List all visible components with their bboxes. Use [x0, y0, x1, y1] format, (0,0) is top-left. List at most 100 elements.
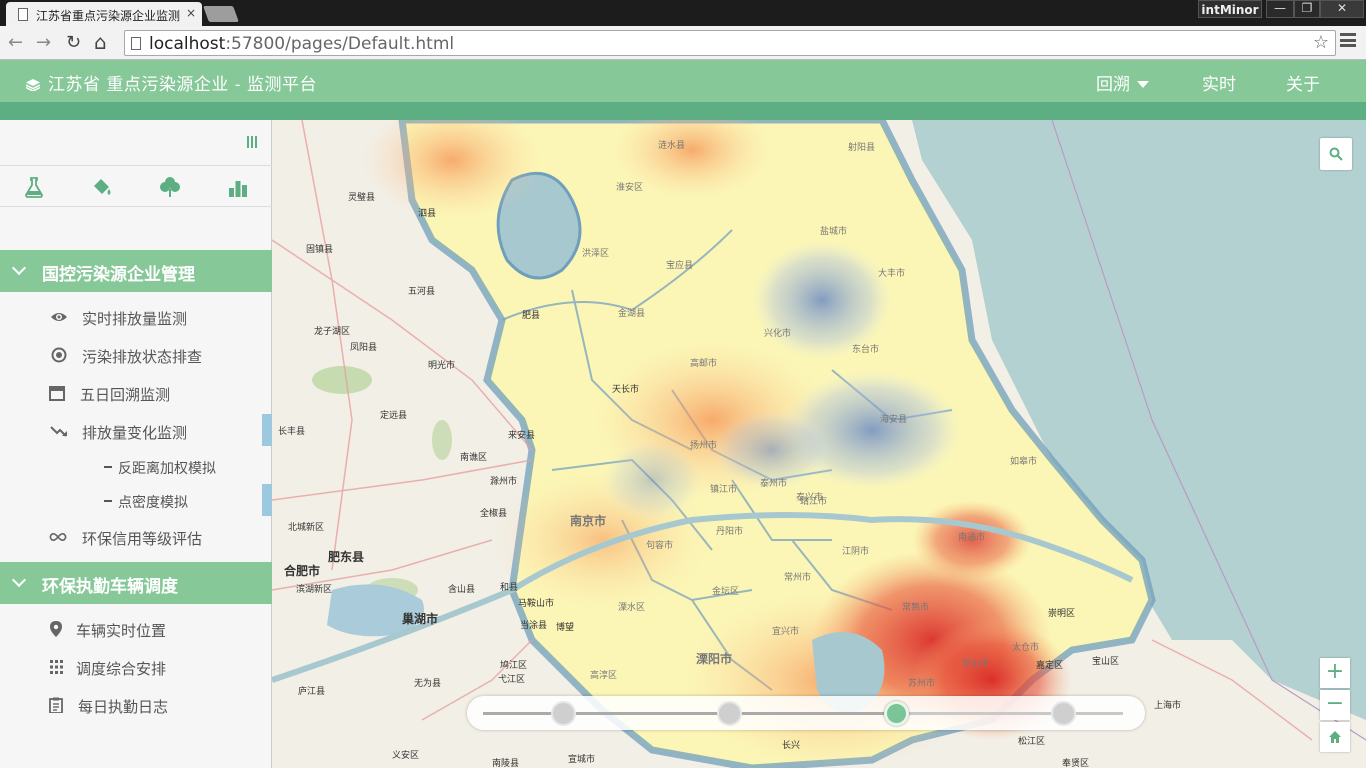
- browser-tab[interactable]: 江苏省重点污染源企业监测 ×: [6, 2, 202, 26]
- flask-icon[interactable]: [23, 176, 45, 198]
- slider-stop[interactable]: [1050, 701, 1076, 726]
- menu-item-label: 调度综合安排: [76, 660, 167, 678]
- nav-about[interactable]: 关于: [1286, 70, 1320, 95]
- dash-icon: [104, 500, 112, 502]
- zoom-out-button[interactable]: −: [1320, 690, 1350, 720]
- menu-item-vehicle-position[interactable]: 车辆实时位置: [0, 614, 272, 644]
- app-header: 江苏省 重点污染源企业 - 监测平台 回溯 实时 关于: [0, 60, 1366, 102]
- map-label: 昆山市: [962, 659, 990, 669]
- submenu-item-point-density[interactable]: 点密度模拟: [0, 488, 272, 514]
- map-label: 南陵县: [492, 759, 520, 768]
- tree-icon[interactable]: [159, 176, 181, 198]
- map-label: 泗县: [418, 209, 437, 219]
- map-label: 长丰县: [278, 427, 306, 437]
- slider-stop[interactable]: [550, 701, 576, 726]
- sidebar: 国控污染源企业管理 实时排放量监测 污染排放状态排查 五日回溯监测 排放量变化监…: [0, 120, 272, 768]
- map-label: 常州市: [784, 573, 812, 583]
- map-label: 当涂县: [520, 621, 548, 631]
- map-label: 太仓市: [1012, 643, 1040, 653]
- menu-item-dispatch-schedule[interactable]: 调度综合安排: [0, 652, 272, 682]
- map-label: 宝应县: [666, 261, 694, 271]
- chevron-down-icon: [11, 260, 27, 276]
- caret-down-icon: [1137, 81, 1149, 88]
- sidebar-collapse-button[interactable]: [247, 136, 259, 148]
- map-label: 奉贤区: [1062, 759, 1090, 768]
- map-label: 宜兴市: [772, 627, 800, 637]
- slider-stop[interactable]: [717, 701, 743, 726]
- reload-icon[interactable]: ↻: [66, 32, 81, 53]
- bookmark-star-icon[interactable]: ☆: [1313, 32, 1329, 53]
- submenu-item-idw[interactable]: 反距离加权模拟: [0, 454, 272, 480]
- map-label: 海安县: [880, 415, 908, 425]
- trend-down-icon: [50, 426, 67, 437]
- app-title: 江苏省 重点污染源企业 - 监测平台: [26, 70, 317, 95]
- map-label: 博望: [556, 623, 575, 633]
- map-label: 定远县: [380, 411, 408, 421]
- layers-icon: [26, 79, 40, 91]
- reset-view-button[interactable]: [1320, 722, 1350, 752]
- map-label: 淮安区: [616, 183, 644, 193]
- map-label: 嘉定区: [1036, 661, 1064, 671]
- map-label: 如皋市: [1010, 457, 1038, 467]
- menu-item-credit-rating[interactable]: 环保信用等级评估: [0, 522, 272, 552]
- menu-item-status-check[interactable]: 污染排放状态排查: [0, 340, 272, 370]
- map-label: 明光市: [428, 361, 456, 371]
- map-label: 肥县: [522, 311, 541, 321]
- map-label: 滁州市: [490, 477, 518, 487]
- grid-dots-icon: [50, 660, 63, 674]
- tab-close-icon[interactable]: ×: [186, 6, 196, 20]
- nav-realtime[interactable]: 实时: [1202, 70, 1236, 95]
- header-strip: [0, 102, 1366, 120]
- time-slider[interactable]: [467, 696, 1145, 730]
- map-label: 鸠江区: [500, 661, 528, 671]
- zoom-in-button[interactable]: +: [1320, 658, 1350, 688]
- bar-chart-icon[interactable]: [227, 176, 249, 198]
- slider-stop[interactable]: [883, 701, 909, 726]
- menu-item-label: 环保信用等级评估: [82, 530, 203, 548]
- map-label: 句容市: [646, 541, 674, 551]
- map-label: 东台市: [852, 345, 880, 355]
- map-label: 天长市: [612, 385, 640, 395]
- map-label: 北城新区: [288, 523, 325, 533]
- map-canvas: [272, 120, 1366, 768]
- back-arrow-icon[interactable]: ←: [8, 32, 23, 53]
- menu-item-emission-change[interactable]: 排放量变化监测: [0, 416, 272, 446]
- map-search-button[interactable]: [1320, 138, 1352, 170]
- menu-item-daily-log[interactable]: 每日执勤日志: [0, 690, 272, 720]
- new-tab-button[interactable]: [203, 6, 239, 22]
- map-label: 上海市: [1154, 701, 1182, 711]
- map-label: 龙子湖区: [314, 327, 351, 337]
- slider-fill: [483, 712, 897, 715]
- section-header-pollution[interactable]: 国控污染源企业管理: [0, 250, 272, 292]
- menu-item-five-day-history[interactable]: 五日回溯监测: [0, 378, 272, 408]
- map-label: 弋江区: [498, 675, 526, 685]
- map-label: 镇江市: [710, 485, 738, 495]
- section-title: 国控污染源企业管理: [42, 265, 195, 285]
- browser-titlebar: 江苏省重点污染源企业监测 × intMinor — ❐ ✕: [0, 0, 1366, 26]
- home-icon[interactable]: ⌂: [94, 30, 107, 54]
- tab-title: 江苏省重点污染源企业监测: [36, 9, 181, 23]
- profile-badge[interactable]: intMinor: [1198, 0, 1262, 18]
- map-label: 固镇县: [306, 245, 334, 255]
- map-label: 兴化市: [764, 329, 792, 339]
- section-header-vehicle-dispatch[interactable]: 环保执勤车辆调度: [0, 562, 272, 604]
- browser-menu-icon[interactable]: [1340, 33, 1356, 47]
- map-view[interactable]: 灵璧县 泗县 固镇县 五河县 龙子湖区 凤阳县 明光市 定远县 天长市 长丰县 …: [272, 120, 1366, 768]
- close-window-button[interactable]: ✕: [1320, 0, 1364, 18]
- map-label: 金湖县: [618, 309, 646, 319]
- nav-history[interactable]: 回溯: [1096, 70, 1149, 95]
- map-label: 高邮市: [690, 359, 718, 369]
- maximize-button[interactable]: ❐: [1294, 0, 1320, 18]
- submenu-item-label: 点密度模拟: [118, 495, 188, 511]
- target-icon: [51, 347, 67, 363]
- paint-bucket-icon[interactable]: [91, 176, 113, 198]
- browser-toolbar: ← → ↻ ⌂ localhost:57800/pages/Default.ht…: [0, 26, 1366, 60]
- chevron-down-icon: [11, 572, 27, 588]
- menu-item-realtime-emission[interactable]: 实时排放量监测: [0, 302, 272, 332]
- map-label: 凤阳县: [350, 343, 378, 353]
- forward-arrow-icon[interactable]: →: [36, 32, 51, 53]
- map-label: 江阴市: [842, 547, 870, 557]
- minimize-button[interactable]: —: [1266, 0, 1294, 18]
- map-label: 丹阳市: [716, 527, 744, 537]
- address-bar[interactable]: localhost:57800/pages/Default.html ☆: [124, 30, 1336, 56]
